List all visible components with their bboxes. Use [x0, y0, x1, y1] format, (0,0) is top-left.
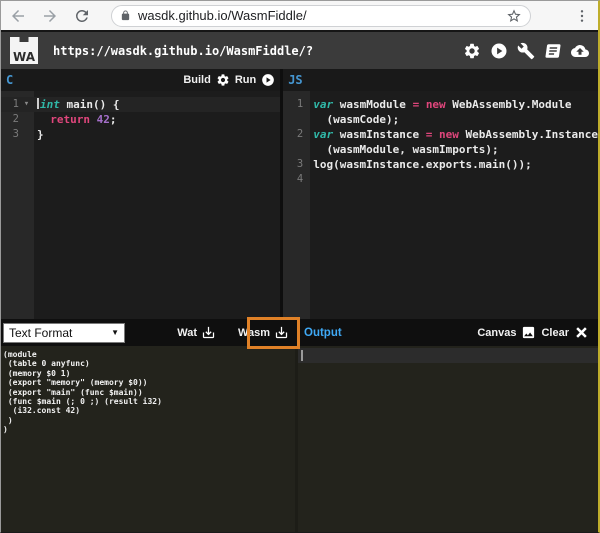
download-buttons: Wat Wasm: [177, 325, 295, 340]
code-text: (wasmCode);: [313, 113, 400, 126]
header-actions: [463, 42, 589, 60]
code-text: log(wasmInstance.exports.main());: [313, 158, 532, 171]
docs-book-icon[interactable]: [543, 42, 564, 60]
output-console-pane[interactable]: [298, 346, 598, 532]
forward-icon[interactable]: [41, 7, 59, 25]
line-number: [283, 112, 303, 127]
clear-button[interactable]: Clear: [541, 327, 569, 339]
code-text: int main() {: [34, 97, 119, 112]
wat-download-button[interactable]: Wat: [177, 327, 197, 339]
wasm-logo[interactable]: WA: [10, 37, 38, 64]
editor-section: C Build Run 1 ▾ int main() {2 return 42…: [1, 69, 598, 319]
bottom-toolbar: Text Format ▼ Wat Wasm Output Canvas Cle…: [1, 319, 598, 346]
code-line: 2 var wasmInstance = new WebAssembly.Ins…: [283, 127, 598, 142]
code-text: return 42;: [50, 113, 117, 126]
js-editor-pane: JS 1 var wasmModule = new WebAssembly.Mo…: [283, 69, 598, 319]
code-line-wrap: (wasmCode);: [283, 112, 598, 127]
build-button[interactable]: Build: [183, 74, 211, 86]
code-line: 4: [283, 172, 598, 187]
url-text: wasdk.github.io/WasmFiddle/: [138, 8, 307, 23]
code-line: 1 var wasmModule = new WebAssembly.Modul…: [283, 97, 598, 112]
console-cursor: [301, 350, 303, 361]
clear-x-icon[interactable]: [574, 325, 589, 340]
fiddle-url: https://wasdk.github.io/WasmFiddle/?: [53, 43, 314, 58]
run-play-icon[interactable]: [490, 42, 508, 60]
lock-icon: [121, 10, 130, 21]
code-text: (wasmModule, wasmImports);: [313, 143, 499, 156]
share-cloud-upload-icon[interactable]: [571, 42, 589, 60]
code-text: var wasmInstance = new WebAssembly.Insta…: [313, 128, 598, 141]
line-number: 3: [296, 158, 304, 170]
format-select[interactable]: Text Format ▼: [3, 322, 125, 343]
bottom-toolbar-right: Output Canvas Clear: [298, 325, 598, 340]
wasm-download-button[interactable]: Wasm: [238, 327, 270, 339]
c-editor-pane: C Build Run 1 ▾ int main() {2 return 42…: [1, 69, 284, 319]
line-number: 2: [12, 113, 19, 125]
bottom-toolbar-left: Text Format ▼ Wat Wasm: [1, 322, 298, 343]
bookmark-star-icon[interactable]: [506, 8, 522, 24]
run-button[interactable]: Run: [235, 74, 256, 86]
canvas-button[interactable]: Canvas: [477, 327, 516, 339]
text-cursor: [37, 98, 39, 109]
settings-gear-icon[interactable]: [463, 42, 481, 60]
wat-output-pane[interactable]: (module (table 0 anyfunc) (memory $0 1) …: [1, 346, 298, 532]
line-number: 2: [296, 128, 304, 140]
app-header: WA https://wasdk.github.io/WasmFiddle/?: [1, 32, 598, 69]
js-pane-label: JS: [288, 73, 303, 87]
code-line-wrap: (wasmModule, wasmImports);: [283, 142, 598, 157]
line-number: 4: [296, 173, 304, 185]
js-code-editor[interactable]: 1 var wasmModule = new WebAssembly.Modul…: [283, 91, 598, 319]
output-section: (module (table 0 anyfunc) (memory $0 1) …: [1, 346, 598, 532]
js-pane-header: JS: [283, 69, 598, 91]
code-line: 2 return 42;: [1, 112, 280, 127]
line-number: [283, 142, 303, 157]
run-play-circle-icon[interactable]: [261, 73, 275, 87]
wasm-logo-text: WA: [13, 50, 35, 64]
line-number: 3: [12, 128, 19, 140]
c-pane-label: C: [6, 73, 14, 87]
code-line: 3 log(wasmInstance.exports.main());: [283, 157, 598, 172]
refresh-icon[interactable]: [73, 7, 91, 25]
console-active-line: [298, 348, 598, 363]
c-pane-header: C Build Run: [1, 69, 281, 91]
browser-window: wasdk.github.io/WasmFiddle/ WA https://w…: [0, 0, 600, 533]
chevron-down-icon: ▼: [111, 328, 119, 337]
wat-download-icon[interactable]: [201, 325, 216, 340]
c-code-editor[interactable]: 1 ▾ int main() { 2 return 42; 3 }: [1, 91, 281, 319]
build-wrench-icon[interactable]: [517, 42, 535, 60]
back-icon[interactable]: [9, 7, 27, 25]
canvas-clear-controls: Canvas Clear: [477, 325, 598, 340]
wasm-logo-notch: [19, 37, 29, 42]
line-number: 1: [12, 98, 19, 110]
code-line: 3 }: [1, 127, 280, 142]
canvas-image-icon[interactable]: [521, 325, 536, 340]
wasm-download-icon[interactable]: [274, 325, 289, 340]
address-bar[interactable]: wasdk.github.io/WasmFiddle/: [111, 4, 531, 27]
browser-menu-icon[interactable]: [574, 7, 590, 25]
tab-output[interactable]: Output: [304, 327, 342, 339]
code-line: 1 ▾ int main() {: [1, 97, 281, 112]
code-text: }: [37, 128, 44, 141]
code-text: var wasmModule = new WebAssembly.Module: [313, 98, 572, 111]
build-run-controls: Build Run: [183, 73, 280, 87]
wat-output-text: (module (table 0 anyfunc) (memory $0 1) …: [3, 350, 162, 435]
browser-toolbar: wasdk.github.io/WasmFiddle/: [1, 1, 598, 30]
build-gear-icon[interactable]: [216, 73, 230, 87]
format-select-value: Text Format: [9, 325, 73, 340]
line-number: 1: [296, 98, 304, 110]
fold-arrow-icon[interactable]: ▾: [19, 97, 34, 112]
